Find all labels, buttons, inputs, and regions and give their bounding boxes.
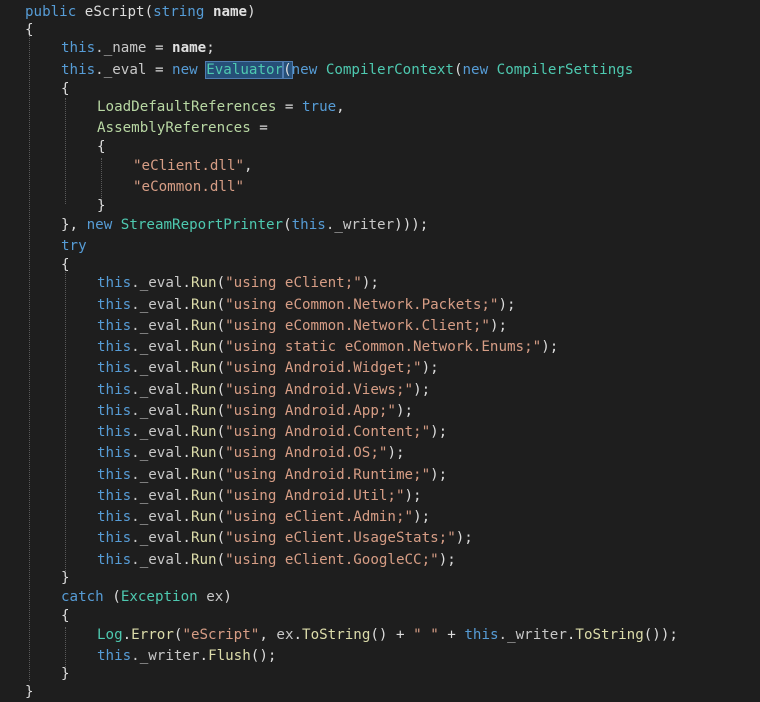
indent-guide: [65, 98, 66, 204]
code-line[interactable]: AssemblyReferences =: [97, 118, 268, 138]
code-line[interactable]: this._name = name;: [61, 38, 215, 58]
code-line[interactable]: {: [61, 255, 70, 275]
param-name: name: [212, 4, 248, 20]
code-line[interactable]: this._eval.Run("using Android.App;");: [97, 401, 413, 421]
code-line[interactable]: this._eval.Run("using Android.Runtime;")…: [97, 465, 447, 485]
code-line[interactable]: this._writer.Flush();: [97, 646, 276, 666]
code-line[interactable]: try: [61, 236, 87, 256]
code-line[interactable]: this._eval.Run("using eClient;");: [97, 273, 379, 293]
code-line[interactable]: this._eval.Run("using eClient.Admin;");: [97, 507, 430, 527]
method-name: eScript: [84, 4, 145, 20]
code-line[interactable]: this._eval.Run("using Android.Widget;");: [97, 358, 439, 378]
code-line[interactable]: }: [61, 568, 70, 588]
code-line[interactable]: this._eval.Run("using eClient.GoogleCC;"…: [97, 550, 456, 570]
code-line[interactable]: LoadDefaultReferences = true,: [97, 97, 345, 117]
indent-guide: [29, 33, 30, 681]
code-line[interactable]: public eScript(string name): [25, 2, 256, 22]
brace: {: [25, 22, 34, 38]
type-string: string: [153, 4, 205, 20]
code-line[interactable]: "eClient.dll",: [133, 156, 253, 176]
code-line[interactable]: this._eval.Run("using Android.OS;");: [97, 443, 405, 463]
code-line[interactable]: {: [61, 79, 70, 99]
code-line[interactable]: this._eval.Run("using Android.Util;");: [97, 486, 422, 506]
string-literal: "eCommon.dll": [133, 179, 245, 195]
indent-guide: [65, 269, 66, 571]
code-line[interactable]: catch (Exception ex): [61, 587, 232, 607]
code-line[interactable]: }, new StreamReportPrinter(this._writer)…: [61, 215, 428, 235]
matching-paren: (: [282, 61, 293, 79]
selected-identifier[interactable]: Evaluator: [205, 61, 285, 79]
property-assembly-refs: AssemblyReferences: [97, 120, 251, 136]
code-line[interactable]: {: [97, 137, 106, 157]
code-line[interactable]: }: [97, 196, 106, 216]
code-line[interactable]: this._eval.Run("using static eCommon.Net…: [97, 337, 558, 357]
code-line[interactable]: this._eval.Run("using Android.Content;")…: [97, 422, 447, 442]
code-line[interactable]: }: [61, 664, 70, 684]
keyword-try: try: [61, 238, 87, 254]
code-line[interactable]: this._eval.Run("using eCommon.Network.Cl…: [97, 316, 507, 336]
code-line[interactable]: this._eval.Run("using eCommon.Network.Pa…: [97, 295, 516, 315]
field-name: ._name: [95, 40, 147, 56]
code-line[interactable]: {: [25, 20, 34, 40]
code-line[interactable]: {: [61, 606, 70, 626]
keyword-catch: catch: [61, 589, 104, 605]
code-line[interactable]: this._eval = new Evaluator(new CompilerC…: [61, 60, 633, 80]
code-editor[interactable]: public eScript(string name) { this._name…: [0, 0, 760, 700]
code-line[interactable]: this._eval.Run("using Android.Views;");: [97, 380, 430, 400]
code-line[interactable]: "eCommon.dll": [133, 177, 244, 197]
keyword-public: public: [25, 4, 77, 20]
property-load-default: LoadDefaultReferences: [97, 99, 277, 115]
string-literal: "eClient.dll": [133, 158, 245, 174]
field-eval: ._eval: [95, 62, 147, 78]
code-line[interactable]: Log.Error("eScript", ex.ToString() + " "…: [97, 625, 678, 645]
code-line[interactable]: }: [25, 682, 34, 702]
code-line[interactable]: this._eval.Run("using eClient.UsageStats…: [97, 528, 473, 548]
